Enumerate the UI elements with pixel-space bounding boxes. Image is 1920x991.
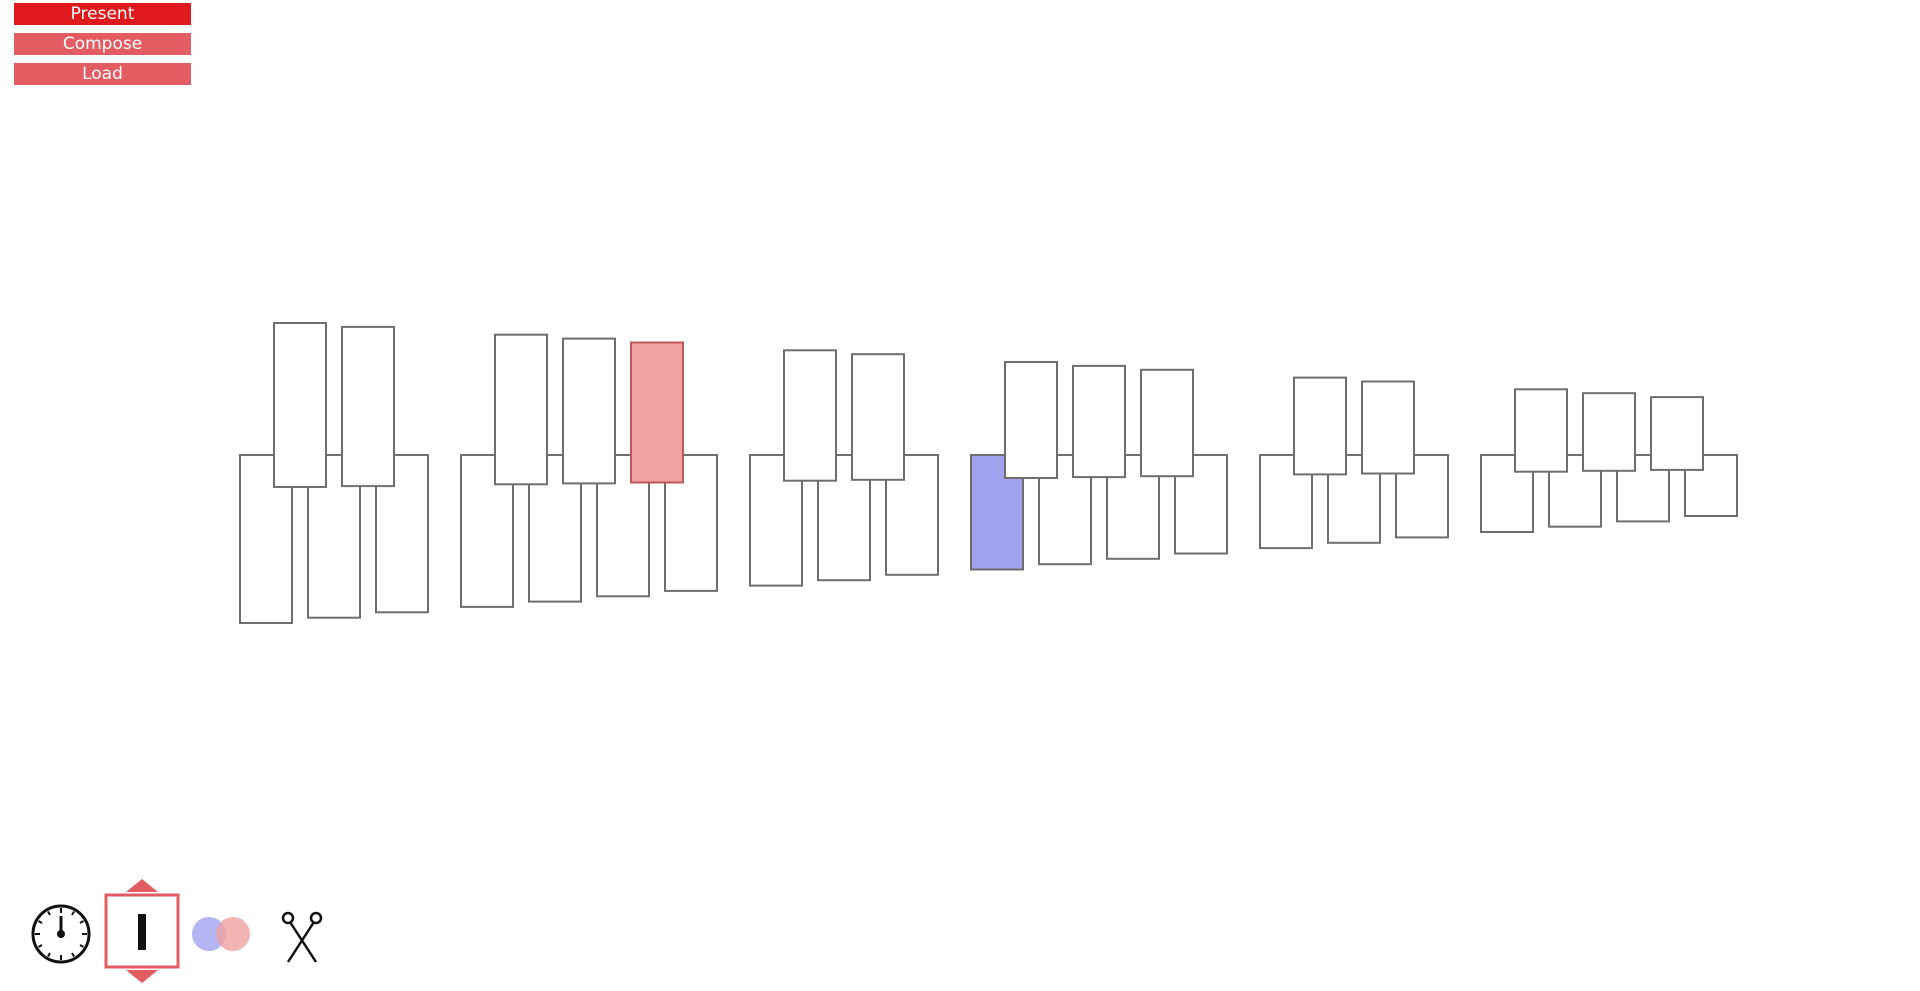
upper-key[interactable] [562, 337, 616, 485]
tool-palette [0, 870, 360, 991]
upper-key[interactable] [1582, 392, 1636, 472]
upper-key[interactable] [1293, 376, 1347, 476]
piano-keyboard [239, 322, 1738, 624]
upper-key[interactable] [494, 333, 548, 486]
note-length-icon[interactable] [102, 878, 182, 991]
upper-key[interactable] [630, 341, 684, 484]
upper-key[interactable] [783, 349, 837, 482]
app-stage: Present Compose Load [0, 0, 1920, 991]
scissors-icon[interactable] [280, 910, 324, 964]
upper-key[interactable] [1361, 380, 1415, 475]
overlap-circles-icon[interactable] [189, 914, 255, 954]
upper-key[interactable] [1650, 396, 1704, 471]
upper-key[interactable] [1514, 388, 1568, 473]
upper-key[interactable] [273, 322, 327, 488]
upper-key[interactable] [1004, 361, 1058, 479]
clock-icon[interactable] [29, 902, 93, 966]
upper-key[interactable] [1140, 368, 1194, 478]
upper-key[interactable] [1072, 364, 1126, 479]
upper-key[interactable] [851, 353, 905, 481]
upper-key[interactable] [341, 325, 395, 488]
